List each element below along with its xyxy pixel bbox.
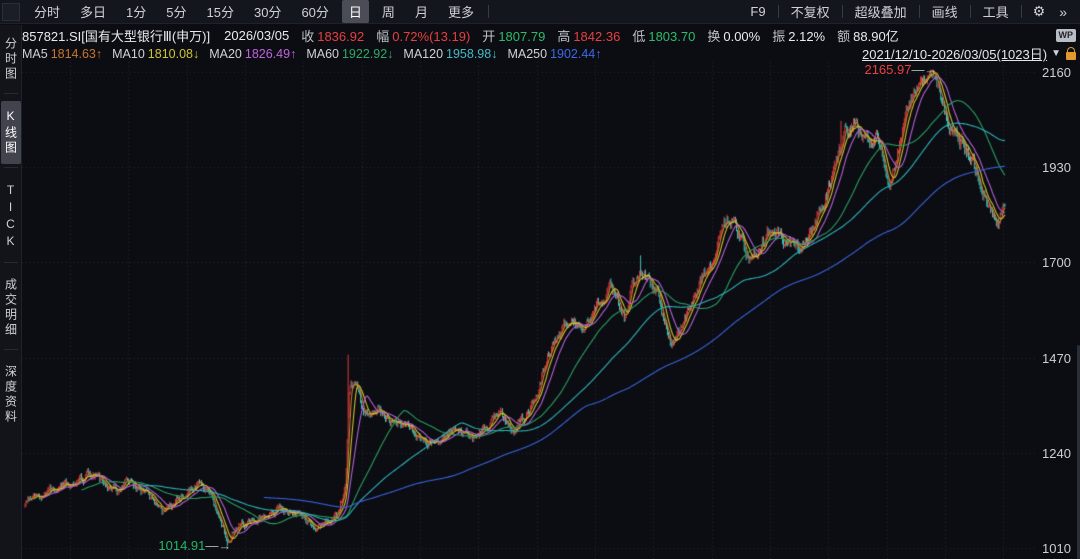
period-toolbar: 分时多日 1分 5分 15分 30分 60分日周月更多 F9 不复权超级叠加画线工具 ⚙»	[0, 0, 1080, 24]
ma-value-MA20: MA201826.49↑	[209, 47, 296, 61]
quote-field-label: 高	[557, 29, 570, 44]
sidebar-item-深度资料[interactable]: 深度资料	[1, 357, 21, 433]
quote-field-value: 1842.36	[573, 29, 620, 44]
period-tab-分时[interactable]: 分时	[27, 0, 67, 23]
period-tab-月[interactable]: 月	[408, 0, 435, 23]
period-tab-多日[interactable]: 多日	[73, 0, 113, 23]
sidebar-divider	[4, 167, 18, 168]
kline-canvas[interactable]	[22, 62, 1080, 559]
sidebar-item-K线图[interactable]: K线图	[1, 101, 21, 164]
unlock-icon[interactable]	[1066, 52, 1076, 60]
quote-field-value: 1807.79	[498, 29, 545, 44]
ma-value-MA5: MA51814.63↑	[22, 47, 102, 61]
gear-icon[interactable]: ⚙	[1026, 3, 1053, 20]
quote-field-label: 开	[482, 29, 495, 44]
price-axis-label: 1700	[1042, 255, 1078, 270]
period-tab-更多[interactable]: 更多	[441, 0, 481, 23]
toolbar-divider	[488, 5, 489, 18]
toolbar-button-工具[interactable]: 工具	[975, 0, 1017, 23]
sidebar-divider	[4, 349, 18, 350]
quote-fields: 收1836.92 幅0.72%(13.19) 开1807.79 高1842.36 低18…	[301, 26, 910, 45]
period-tab-日[interactable]: 日	[342, 0, 369, 23]
sidebar-divider	[4, 93, 18, 94]
toolbar-divider	[1021, 5, 1022, 18]
quote-field-label: 幅	[376, 29, 389, 44]
view-sidebar: 分时图 K线图 TICK 成交明细深度资料	[0, 25, 22, 559]
quote-field-label: 换	[707, 29, 720, 44]
toolbar-button-超级叠加[interactable]: 超级叠加	[847, 0, 915, 23]
price-axis-label: 1010	[1042, 541, 1078, 556]
toolbar-divider	[842, 5, 843, 18]
date-range-selector[interactable]: 2021/12/10-2026/03/05(1023日)	[862, 44, 1047, 63]
chevron-down-icon[interactable]: ▼	[1051, 48, 1061, 59]
toolbar-right: F9 不复权超级叠加画线工具 ⚙»	[742, 0, 1080, 23]
sidebar-item-成交明细[interactable]: 成交明细	[1, 270, 21, 346]
low-price-annotation: 1014.91—→	[158, 538, 231, 553]
quote-field-value: 0.00%	[723, 29, 760, 44]
toolbar-divider	[970, 5, 971, 18]
price-axis-label: 1470	[1042, 351, 1078, 366]
period-tab-1分[interactable]: 1分	[119, 0, 153, 23]
quote-field-value: 1836.92	[317, 29, 364, 44]
period-tab-30分[interactable]: 30分	[247, 0, 288, 23]
toolbar-button-画线[interactable]: 画线	[924, 0, 966, 23]
overflow-chevrons-icon[interactable]: »	[1052, 4, 1074, 20]
period-tab-周[interactable]: 周	[375, 0, 402, 23]
price-axis-label: 1930	[1042, 160, 1078, 175]
quote-field-label: 额	[837, 29, 850, 44]
quote-field-label: 收	[301, 29, 314, 44]
quote-field-label: 振	[772, 29, 785, 44]
kline-chart-area: 2160 1930 1700 1470 1240 1010 2165.97—→ 1014.…	[22, 62, 1080, 559]
trading-terminal: 分时多日 1分 5分 15分 30分 60分日周月更多 F9 不复权超级叠加画线工具 ⚙» 8…	[0, 0, 1080, 559]
toolbar-divider	[919, 5, 920, 18]
period-tabs: 分时多日 1分 5分 15分 30分 60分日周月更多	[24, 0, 484, 23]
toolbar-button-F9[interactable]: F9	[742, 2, 773, 21]
price-axis-label: 1240	[1042, 446, 1078, 461]
period-tab-15分[interactable]: 15分	[200, 0, 241, 23]
ma-value-MA10: MA101810.08↓	[112, 47, 199, 61]
quote-field-value: 88.90亿	[853, 29, 899, 44]
ma-bar-right: 2021/12/10-2026/03/05(1023日) ▼	[862, 44, 1080, 63]
quote-field-value: 0.72%(13.19)	[392, 29, 470, 44]
ma-value-MA120: MA1201958.98↓	[403, 47, 497, 61]
quote-info-bar: 857821.SI[国有大型银行Ⅲ(申万)] 2026/03/05 收1836.…	[22, 25, 1080, 45]
toolbar-button-不复权[interactable]: 不复权	[783, 0, 838, 23]
sidebar-item-分时图[interactable]: 分时图	[1, 29, 21, 90]
symbol-title: 857821.SI[国有大型银行Ⅲ(申万)]	[22, 26, 210, 45]
ma-values: MA51814.63↑ MA101810.08↓ MA201826.49↑ MA601…	[22, 47, 612, 61]
period-tab-5分[interactable]: 5分	[159, 0, 193, 23]
ma-indicator-bar: MA51814.63↑ MA101810.08↓ MA201826.49↑ MA601…	[22, 45, 1080, 62]
quote-field-value: 1803.70	[648, 29, 695, 44]
quote-date: 2026/03/05	[224, 28, 289, 43]
ma-value-MA250: MA2501902.44↑	[507, 47, 601, 61]
sidebar-divider	[4, 262, 18, 263]
high-price-annotation: 2165.97—→	[864, 62, 937, 77]
price-axis-label: 2160	[1042, 65, 1078, 80]
sidebar-item-TICK[interactable]: TICK	[1, 175, 21, 259]
period-tab-60分[interactable]: 60分	[294, 0, 335, 23]
toolbar-divider	[778, 5, 779, 18]
corner-button[interactable]	[2, 3, 20, 21]
quote-field-value: 2.12%	[788, 29, 825, 44]
quote-field-label: 低	[632, 29, 645, 44]
ma-value-MA60: MA601922.92↓	[306, 47, 393, 61]
wp-widget-badge[interactable]: WP	[1056, 29, 1077, 42]
